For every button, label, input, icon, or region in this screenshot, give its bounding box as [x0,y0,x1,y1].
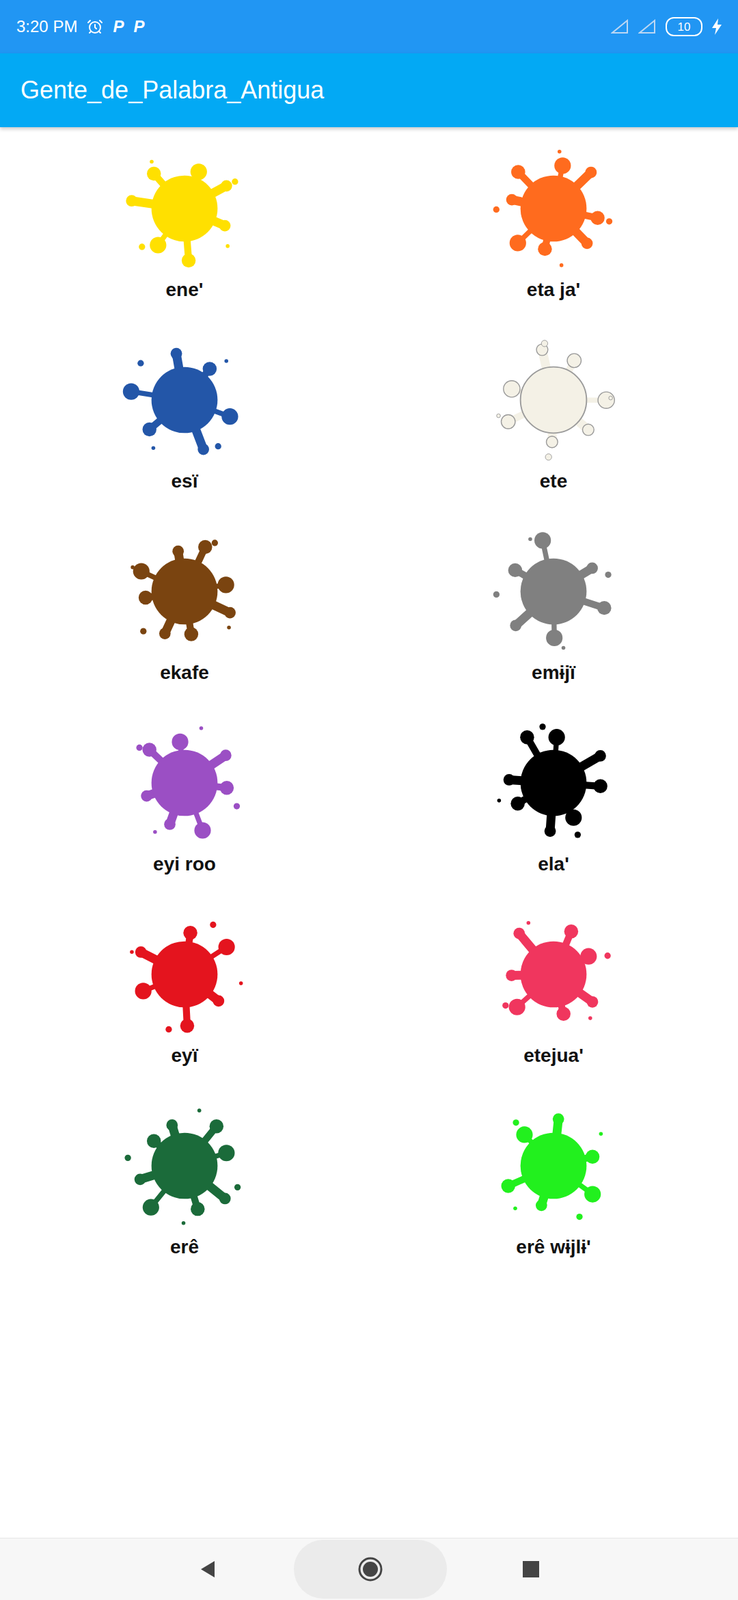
color-label: eyi roo [153,851,216,877]
home-button[interactable] [293,1538,447,1598]
color-label: etejua' [523,1042,584,1068]
paint-splash-icon [120,144,249,272]
app-title: Gente_de_Palabra_Antigua [20,75,324,105]
paint-splash-icon [120,527,249,655]
screen: 3:20 PMPP10Gente_de_Palabra_Antiguaene'e… [0,0,738,1599]
color-item[interactable]: erê wɨjlɨ' [369,1083,738,1276]
paint-splash-icon [120,336,249,464]
color-label: erê wɨjlɨ' [515,1234,591,1259]
color-label: erê [170,1234,199,1259]
signal-icon [610,19,629,35]
charging-icon [712,18,722,35]
home-icon [356,1554,385,1582]
color-grid: ene' eta ja' esï ete ekafe emɨjï eyi roo ela' ey… [0,127,738,1537]
color-label: ela' [537,851,570,877]
color-item[interactable]: ete [369,318,738,510]
color-item[interactable]: erê [0,1083,369,1276]
color-item[interactable]: esï [0,318,369,510]
recents-icon[interactable] [522,1559,540,1578]
notification-icon: P [112,17,124,37]
color-item[interactable]: eyi roo [0,701,369,893]
paint-splash-icon [489,144,618,272]
color-item[interactable]: ela' [369,701,738,893]
color-item[interactable]: ene' [0,127,369,319]
status-bar: 3:20 PM PP 10 [0,0,738,54]
color-item[interactable]: etejua' [369,892,738,1084]
color-label: eta ja' [526,277,581,303]
battery-level: 10 [665,17,703,37]
paint-splash-icon [120,718,249,846]
paint-splash-icon [489,910,618,1038]
color-label: ekafe [159,660,210,685]
paint-splash-icon [489,336,618,464]
color-label: esï [171,468,199,494]
paint-splash-icon [120,910,249,1038]
status-time: 3:20 PM [16,17,78,37]
paint-splash-icon [489,718,618,846]
color-item[interactable]: eta ja' [369,127,738,319]
alarm-icon [86,18,104,35]
paint-splash-icon [120,1101,249,1229]
back-icon[interactable] [198,1558,219,1579]
paint-splash-icon [489,1101,618,1229]
paint-splash-icon [489,527,618,655]
color-item[interactable]: emɨjï [369,509,738,702]
color-label: eyï [171,1042,199,1068]
notification-icon: P [133,17,145,37]
color-label: ene' [166,277,204,303]
signal-icon [638,19,656,35]
app-bar: Gente_de_Palabra_Antigua [0,53,738,128]
navigation-bar [0,1536,738,1599]
color-label: ete [539,468,568,494]
color-item[interactable]: ekafe [0,509,369,702]
color-item[interactable]: eyï [0,892,369,1084]
color-label: emɨjï [531,660,576,685]
